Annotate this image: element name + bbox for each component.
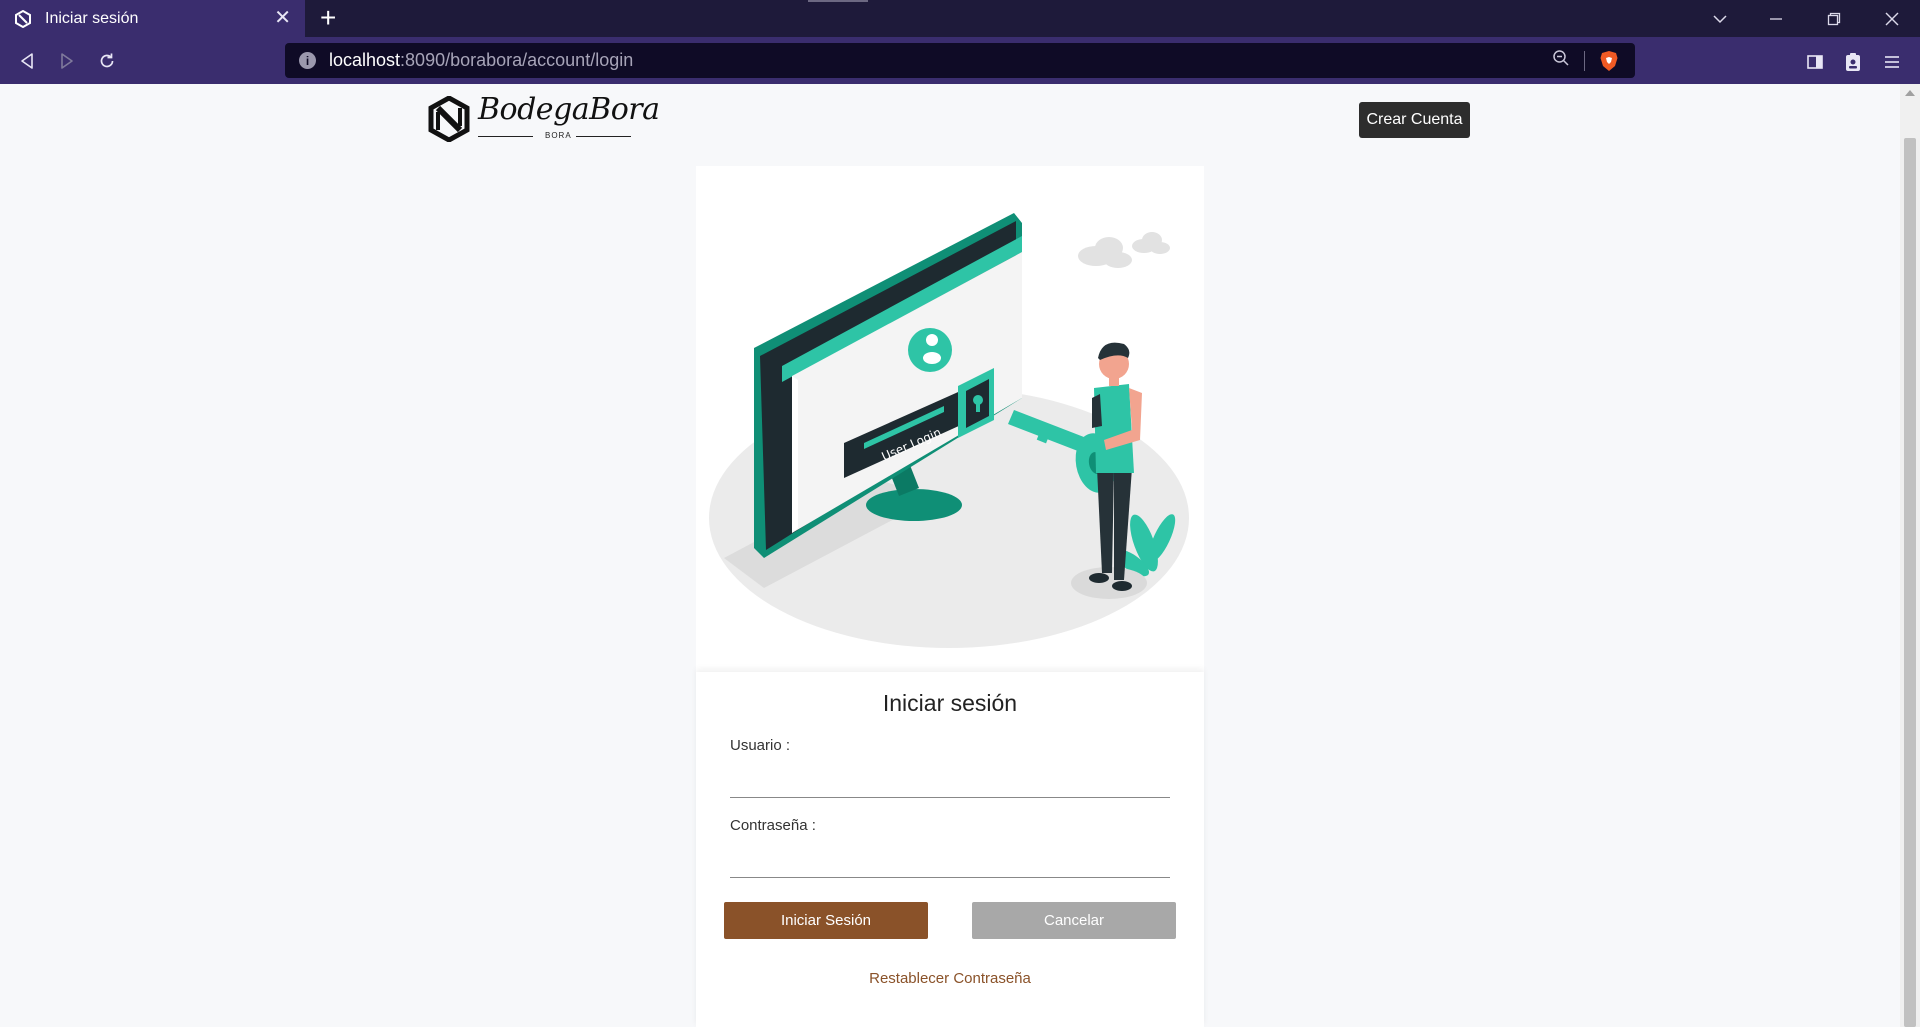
scroll-up-icon[interactable] (1905, 90, 1915, 96)
address-bar-divider (1584, 50, 1585, 71)
tab-list-chevron-icon[interactable] (1692, 0, 1748, 37)
password-label: Contraseña : (730, 817, 816, 834)
form-title: Iniciar sesión (882, 690, 1018, 716)
brand-logo[interactable]: BodegaBora BORA (428, 92, 660, 144)
reset-password-link[interactable]: Restablecer Contraseña (696, 970, 1204, 987)
address-bar[interactable]: i localhost:8090/borabora/account/login (285, 43, 1635, 78)
login-form: Iniciar sesión Usuario : Contraseña : In… (696, 166, 1204, 1027)
menu-icon[interactable] (1879, 49, 1905, 75)
username-label: Usuario : (730, 737, 791, 754)
sidebar-icon[interactable] (1802, 49, 1828, 75)
forward-icon[interactable] (53, 47, 81, 75)
tab-title: Iniciar sesión (45, 9, 139, 27)
brand-logo-mark-icon (428, 95, 470, 143)
site-favicon-icon (14, 9, 32, 28)
tab-login[interactable]: Iniciar sesión ✕ (0, 0, 305, 37)
close-window-icon[interactable] (1864, 0, 1920, 37)
wallet-icon[interactable] (1840, 49, 1866, 75)
site-info-icon[interactable]: i (299, 52, 316, 69)
url-host: localhost (329, 50, 401, 70)
tab-strip-indicator (808, 0, 868, 2)
brand-rule-right (576, 136, 631, 137)
brave-shields-icon[interactable] (1599, 50, 1619, 72)
minimize-icon[interactable] (1748, 0, 1804, 37)
cancel-button[interactable]: Cancelar (972, 902, 1176, 939)
page-scrollbar[interactable] (1900, 84, 1920, 1027)
brand-subtitle: BORA (545, 131, 572, 140)
address-bar-actions (1552, 49, 1619, 72)
url-path: :8090/borabora/account/login (400, 50, 634, 70)
scroll-thumb[interactable] (1904, 138, 1916, 1027)
login-button[interactable]: Iniciar Sesión (724, 902, 928, 939)
browser-navbar: i localhost:8090/borabora/account/login (0, 37, 1920, 84)
tab-close-icon[interactable]: ✕ (274, 7, 291, 29)
password-input[interactable] (730, 850, 1170, 878)
brand-rule-left (478, 136, 533, 137)
username-input[interactable] (730, 770, 1170, 798)
brand-name: BodegaBora (478, 92, 660, 127)
reload-icon[interactable] (93, 47, 121, 75)
brand-wordmark: BodegaBora BORA (476, 92, 660, 144)
zoom-icon[interactable] (1552, 49, 1570, 72)
new-tab-button[interactable]: + (320, 3, 336, 33)
back-icon[interactable] (13, 47, 41, 75)
restore-icon[interactable] (1806, 0, 1862, 37)
browser-tabbar: Iniciar sesión ✕ + (0, 0, 1920, 37)
create-account-button[interactable]: Crear Cuenta (1359, 102, 1470, 138)
